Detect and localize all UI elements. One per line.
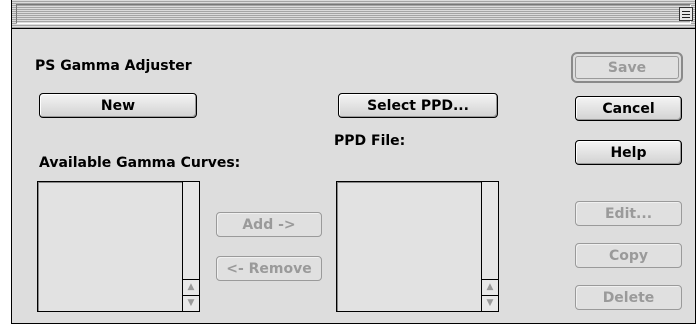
add-button[interactable]: Add ->	[216, 212, 322, 237]
dialog-window: PS Gamma Adjuster New Select PPD... PPD …	[11, 0, 696, 324]
ppd-file-scrollbar[interactable]: ▲ ▼	[481, 182, 498, 311]
available-curves-list[interactable]: ▲ ▼	[37, 181, 200, 312]
scroll-up-icon[interactable]: ▲	[482, 279, 498, 295]
help-button[interactable]: Help	[575, 140, 682, 165]
available-curves-label: Available Gamma Curves:	[39, 155, 241, 171]
edit-button[interactable]: Edit...	[575, 201, 682, 226]
delete-button[interactable]: Delete	[575, 285, 682, 310]
save-button[interactable]: Save	[571, 52, 683, 83]
scroll-up-icon[interactable]: ▲	[183, 279, 199, 295]
scroll-down-icon[interactable]: ▼	[183, 295, 199, 311]
remove-button[interactable]: <- Remove	[216, 256, 322, 281]
cancel-button[interactable]: Cancel	[575, 96, 682, 121]
available-curves-scrollbar[interactable]: ▲ ▼	[182, 182, 199, 311]
ppd-file-label: PPD File:	[334, 133, 406, 149]
title-bar[interactable]	[12, 0, 695, 29]
dialog-title: PS Gamma Adjuster	[35, 58, 192, 74]
copy-button[interactable]: Copy	[575, 243, 682, 268]
title-bar-frame	[16, 4, 691, 24]
save-button-label: Save	[575, 56, 679, 79]
new-button[interactable]: New	[39, 93, 197, 118]
ppd-file-list[interactable]: ▲ ▼	[336, 181, 499, 312]
collapse-box-icon[interactable]	[679, 7, 693, 21]
scroll-down-icon[interactable]: ▼	[482, 295, 498, 311]
select-ppd-button[interactable]: Select PPD...	[338, 93, 498, 118]
